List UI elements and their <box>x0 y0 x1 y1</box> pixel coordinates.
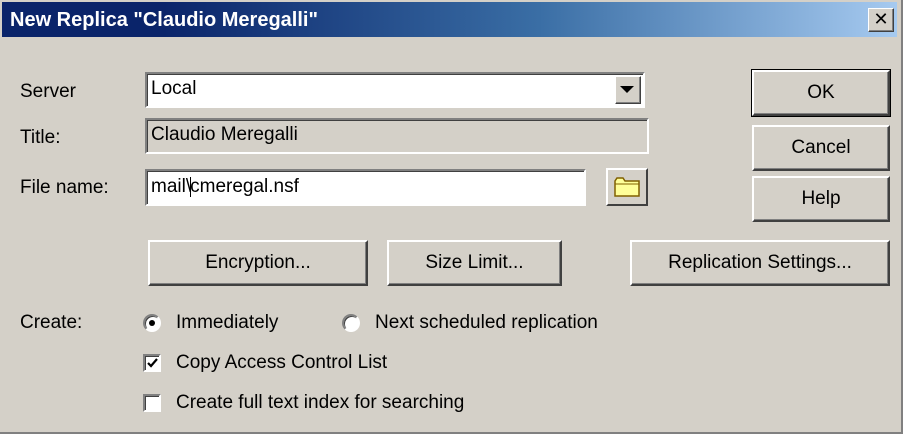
server-value: Local <box>151 78 197 99</box>
check-icon <box>147 358 158 368</box>
replication-settings-button[interactable]: Replication Settings... <box>630 240 890 286</box>
title-bar[interactable]: New Replica "Claudio Meregalli" ✕ <box>2 2 897 37</box>
radio-label[interactable]: Next scheduled replication <box>375 311 598 335</box>
radio-label[interactable]: Immediately <box>176 311 278 335</box>
radio-selected-dot <box>149 320 155 326</box>
dialog-title: New Replica "Claudio Meregalli" <box>10 9 318 31</box>
folder-icon <box>614 177 640 197</box>
checkbox[interactable] <box>143 394 161 412</box>
filename-text-after-caret: cmeregal.nsf <box>190 176 299 197</box>
filename-label: File name: <box>20 177 109 198</box>
server-select[interactable]: Local <box>145 72 645 108</box>
filename-text-before-caret: mail\ <box>151 176 192 197</box>
close-button[interactable]: ✕ <box>868 8 894 32</box>
chevron-down-icon <box>620 86 634 93</box>
checkbox-label[interactable]: Copy Access Control List <box>176 351 387 375</box>
filename-input[interactable]: mail\cmeregal.nsf <box>145 169 586 206</box>
server-dropdown-button[interactable] <box>615 76 641 104</box>
size-limit-button[interactable]: Size Limit... <box>387 240 562 286</box>
title-value: Claudio Meregalli <box>151 124 298 145</box>
encryption-button[interactable]: Encryption... <box>148 240 368 286</box>
close-icon: ✕ <box>873 9 889 29</box>
cancel-button[interactable]: Cancel <box>752 125 890 171</box>
new-replica-dialog: New Replica "Claudio Meregalli" ✕ Server… <box>0 0 903 434</box>
radio-button[interactable] <box>342 314 360 332</box>
server-label: Server <box>20 81 76 102</box>
title-field[interactable]: Claudio Meregalli <box>145 118 649 154</box>
help-button[interactable]: Help <box>752 176 890 222</box>
browse-button[interactable] <box>606 168 648 206</box>
radio-button[interactable] <box>143 314 161 332</box>
checkbox-label[interactable]: Create full text index for searching <box>176 391 464 415</box>
title-label: Title: <box>20 127 61 148</box>
create-label: Create: <box>20 312 83 333</box>
ok-button[interactable]: OK <box>751 69 891 117</box>
checkbox[interactable] <box>143 354 161 372</box>
